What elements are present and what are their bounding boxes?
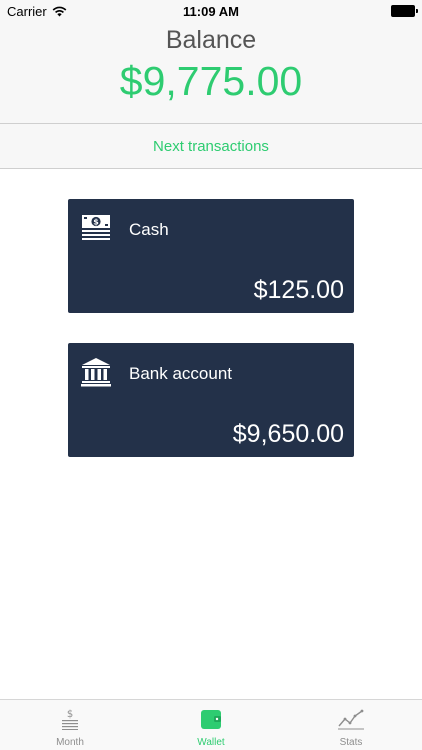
month-icon: $ <box>62 709 78 730</box>
balance-header: Balance $9,775.00 <box>0 22 422 123</box>
balance-amount: $9,775.00 <box>119 58 303 104</box>
tab-label: Month <box>56 737 84 748</box>
tab-bar: $ Month Wallet Stats <box>0 699 422 750</box>
battery-icon <box>391 5 418 17</box>
status-time: 11:09 AM <box>183 4 239 19</box>
tab-wallet[interactable]: Wallet <box>141 700 281 750</box>
tab-month[interactable]: $ Month <box>0 700 140 750</box>
cash-icon: $ <box>82 215 110 240</box>
wallet-screen: Carrier 11:09 AM Balance $9,775.00 Next … <box>0 0 422 750</box>
account-card-cash[interactable]: $ Cash $125.00 <box>68 199 354 313</box>
next-transactions-row: Next transactions <box>0 124 422 168</box>
balance-label: Balance <box>165 26 257 54</box>
account-amount: $125.00 <box>253 276 344 304</box>
svg-text:$: $ <box>93 218 99 227</box>
stats-icon <box>338 709 364 730</box>
account-name: Cash <box>129 220 169 239</box>
tab-stats[interactable]: Stats <box>281 700 421 750</box>
account-amount: $9,650.00 <box>232 420 344 448</box>
tab-label: Wallet <box>197 737 225 748</box>
status-bar: Carrier 11:09 AM <box>0 0 422 22</box>
account-card-bank[interactable]: Bank account $9,650.00 <box>68 343 354 457</box>
bank-icon <box>81 358 111 387</box>
svg-text:$: $ <box>67 709 73 720</box>
next-transactions-divider <box>0 168 422 169</box>
tab-label: Stats <box>339 737 363 748</box>
account-name: Bank account <box>129 364 233 383</box>
status-right <box>391 5 418 17</box>
wallet-icon <box>201 710 221 729</box>
next-transactions-link[interactable]: Next transactions <box>153 138 269 155</box>
